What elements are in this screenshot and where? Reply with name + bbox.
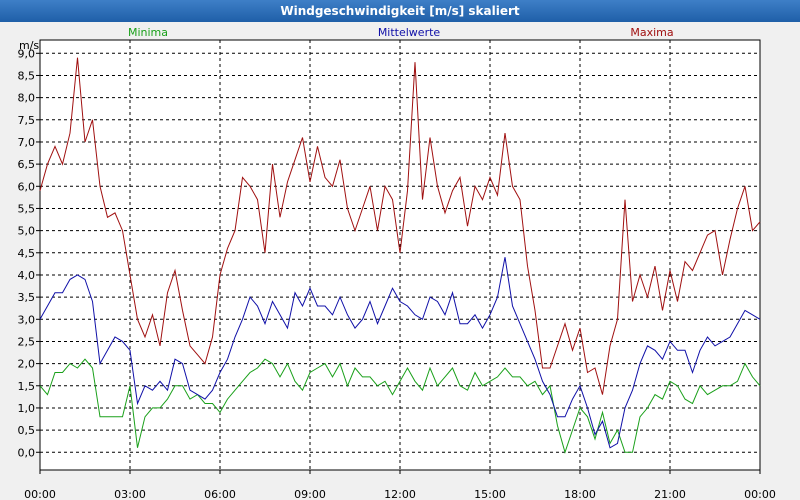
y-axis: 0,0 0,5 1,0 1,5 2,0 2,5 3,0 3,5 4,0 4,5 5,0 5,5 6,0 6… [18,47,40,459]
x-tick-time-label: 00:00 [744,488,776,500]
window-title: Windgeschwindigkeit [m/s] skaliert [0,0,800,22]
legend-item-minima: Minima [128,26,168,39]
y-tick-label: 6,0 [18,180,36,193]
y-tick-label: 6,5 [18,158,36,171]
y-tick-label: 0,5 [18,424,36,437]
plot-background [39,39,761,471]
legend: Minima Mittelwerte Maxima [128,26,674,39]
x-tick-time-label: 09:00 [294,488,326,500]
y-tick-label: 7,5 [18,114,36,127]
wind-speed-chart: 0,0 0,5 1,0 1,5 2,0 2,5 3,0 3,5 4,0 4,5 5,0 5,5 6,0 6… [18,26,776,500]
y-tick-label: 5,5 [18,202,36,215]
legend-item-maxima: Maxima [630,26,673,39]
y-tick-label: 0,0 [18,446,36,459]
y-tick-label: 4,0 [18,269,36,282]
y-tick-label: 4,5 [18,247,36,260]
chart-window: Windgeschwindigkeit [m/s] skaliert 0,0 0,… [0,0,800,500]
x-axis: 00:0020.10.1403:0020.10.1406:0020.10.140… [24,470,776,500]
y-tick-label: 2,5 [18,335,36,348]
x-tick-time-label: 15:00 [474,488,506,500]
x-tick-time-label: 03:00 [114,488,146,500]
y-tick-label: 1,0 [18,402,36,415]
y-tick-label: 1,5 [18,380,36,393]
x-tick-time-label: 06:00 [204,488,236,500]
y-axis-label: m/s [19,39,39,52]
y-tick-label: 8,5 [18,69,36,82]
y-tick-label: 7,0 [18,136,36,149]
y-tick-label: 2,0 [18,358,36,371]
x-tick-time-label: 00:00 [24,488,56,500]
y-tick-label: 3,0 [18,313,36,326]
y-tick-label: 8,0 [18,92,36,105]
y-tick-label: 3,5 [18,291,36,304]
x-tick-time-label: 18:00 [564,488,596,500]
x-tick-time-label: 12:00 [384,488,416,500]
legend-item-mittelwerte: Mittelwerte [378,26,441,39]
x-tick-time-label: 21:00 [654,488,686,500]
y-tick-label: 5,0 [18,225,36,238]
